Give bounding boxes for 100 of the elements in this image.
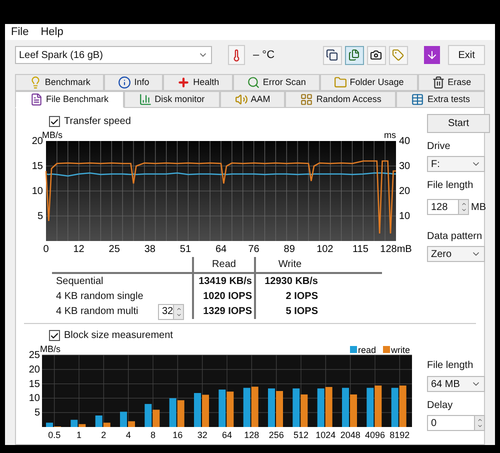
toolbar-button[interactable]	[344, 46, 364, 64]
tick-label: 102	[316, 244, 334, 255]
bulb-icon	[28, 76, 42, 89]
checkbox[interactable]	[49, 116, 60, 127]
drive-select[interactable]: F:	[427, 156, 485, 172]
table-cell-text: 1329 IOPS	[203, 305, 252, 319]
tick-label: 51	[180, 244, 192, 255]
axis-label: MB/s	[40, 344, 61, 354]
table-cell-text: 1020 IOPS	[203, 290, 252, 304]
copy-icon	[326, 49, 338, 61]
bar-chart-icon	[138, 93, 152, 106]
speaker-icon	[234, 93, 248, 106]
toolbar-button[interactable]	[322, 46, 342, 64]
tag-icon	[392, 49, 404, 61]
tick-label: 89	[284, 244, 295, 255]
toolbar-button[interactable]	[366, 46, 386, 64]
info-icon	[118, 76, 132, 89]
file-length-spinner[interactable]: 128	[427, 199, 469, 215]
tick-label: 512	[293, 430, 309, 440]
pattern-select[interactable]: Zero	[427, 246, 485, 262]
tab[interactable]: Extra tests	[396, 91, 485, 108]
tick-label: 20	[399, 186, 410, 197]
tick-label: 40	[399, 136, 410, 147]
file-length-select[interactable]: 64 MB	[427, 376, 485, 392]
spin-arrows-icon	[474, 416, 484, 430]
tick-label: 5	[34, 408, 40, 419]
temperature-button[interactable]	[228, 45, 245, 65]
grid-icon	[300, 93, 314, 106]
arrow-down-icon	[426, 49, 438, 61]
tick-label: 0.5	[48, 430, 61, 440]
tick-label: 64	[215, 244, 227, 255]
checkbox[interactable]	[49, 330, 60, 341]
unit-label: MB	[471, 200, 486, 214]
temperature-reading: – °C	[253, 48, 275, 63]
tick-label: 1024	[316, 430, 336, 440]
tick-label: 115	[352, 244, 368, 255]
legend-label: read	[358, 345, 376, 355]
spin-arrows-icon	[173, 304, 183, 318]
folder-icon	[334, 76, 347, 89]
legend-label: write	[391, 345, 410, 355]
tick-label: 256	[268, 430, 284, 440]
tab[interactable]: Random Access	[285, 91, 396, 108]
row-label: 4 KB random multi	[56, 305, 138, 319]
tick-label: 2048	[340, 430, 360, 440]
file-icon	[30, 93, 44, 106]
tick-label: 0	[43, 244, 49, 255]
menu-item[interactable]: Help	[40, 24, 64, 40]
exit-button[interactable]: Exit	[448, 45, 485, 65]
tick-label: 20	[32, 136, 43, 147]
delay-spinner[interactable]: 0	[427, 415, 485, 431]
tab[interactable]: Health	[163, 74, 233, 91]
table-cell-text: 5 IOPS	[286, 305, 318, 319]
tab[interactable]: Info	[104, 74, 164, 91]
tab[interactable]: AAM	[220, 91, 286, 108]
queue-depth-spinner[interactable]: 32	[158, 304, 184, 320]
field-label: Delay	[427, 399, 454, 413]
table-cell-text: 12930 KB/s	[264, 275, 318, 289]
tick-label: 8	[150, 430, 156, 440]
field-label: File length	[427, 179, 474, 193]
tab[interactable]: Benchmark	[15, 74, 104, 91]
checkbox-label: Transfer speed	[64, 115, 131, 129]
tick-label: 76	[248, 244, 260, 255]
tick-label: 128mB	[380, 244, 412, 255]
field-label: File length	[427, 359, 474, 373]
table-icon	[411, 93, 424, 106]
start-button[interactable]: Start	[427, 114, 490, 133]
tab[interactable]: Error Scan	[233, 74, 320, 91]
tick-label: 12	[73, 244, 84, 255]
axis-label: MB/s	[42, 130, 63, 140]
tick-label: 10	[399, 211, 410, 222]
copy-icon	[348, 49, 360, 61]
download-button[interactable]	[424, 46, 440, 64]
drive-select[interactable]: Leef Spark (16 gB)	[15, 46, 212, 64]
tick-label: 20	[28, 364, 40, 376]
camera-icon	[370, 49, 382, 61]
tick-label: 15	[28, 378, 40, 390]
cross-icon	[177, 76, 190, 89]
tick-label: 25	[28, 350, 40, 361]
row-label: Sequential	[56, 275, 104, 289]
tick-label: 10	[32, 186, 43, 197]
tick-label: 25	[108, 244, 120, 255]
search-icon	[246, 76, 260, 89]
tab[interactable]: Folder Usage	[320, 74, 418, 91]
tick-label: 15	[32, 161, 43, 172]
tab[interactable]: Erase	[418, 74, 485, 91]
tick-label: 10	[28, 393, 40, 404]
tick-label: 5	[37, 211, 43, 222]
tab[interactable]: File Benchmark	[15, 91, 124, 108]
tick-label: 4096	[364, 430, 386, 440]
tick-label: 30	[399, 161, 410, 172]
legend-swatch	[383, 346, 390, 353]
axis-label: ms	[384, 130, 396, 140]
menu-item[interactable]: File	[11, 24, 29, 40]
tick-label: 128	[244, 430, 260, 440]
tick-label: 4	[126, 430, 131, 440]
tick-label: 38	[144, 244, 156, 255]
tick-label: 32	[197, 430, 208, 440]
tick-label: 16	[172, 430, 183, 440]
table-cell-text: 13419 KB/s	[198, 275, 252, 289]
tab[interactable]: Disk monitor	[124, 91, 220, 108]
